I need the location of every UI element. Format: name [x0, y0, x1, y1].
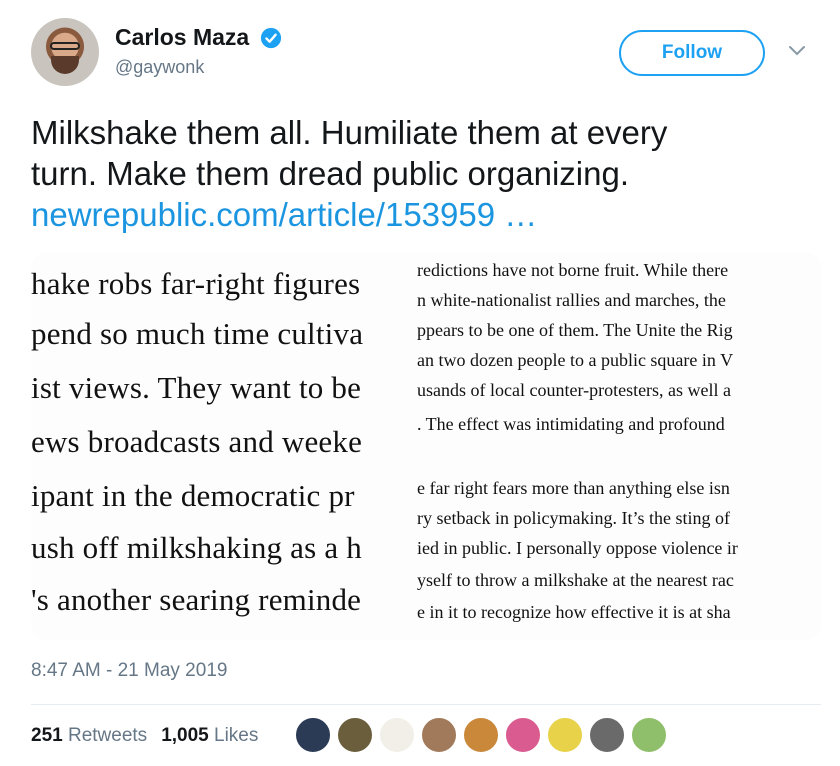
avatar-glasses	[50, 42, 80, 50]
liker-avatar[interactable]	[336, 716, 374, 754]
liker-avatar[interactable]	[420, 716, 458, 754]
retweets-count: 251	[31, 725, 63, 746]
tweet-stats: 251 Retweets 1,005 Likes	[31, 725, 258, 747]
tweet-text-line-2: turn. Make them dread public organizing.	[31, 155, 629, 192]
display-name[interactable]: Carlos Maza	[115, 24, 249, 51]
likes-count: 1,005	[161, 725, 209, 746]
liker-avatar[interactable]	[378, 716, 416, 754]
liker-avatar[interactable]	[504, 716, 542, 754]
likes-label: Likes	[214, 725, 259, 746]
user-handle[interactable]: @gaywonk	[115, 57, 282, 78]
verified-badge-icon	[260, 27, 281, 48]
liker-avatar[interactable]	[294, 716, 332, 754]
chevron-down-icon[interactable]	[787, 44, 807, 58]
avatar-beard	[51, 56, 79, 74]
article-left-line: hake robs far-right figures	[31, 266, 361, 301]
divider	[31, 704, 821, 705]
liker-avatar[interactable]	[630, 716, 668, 754]
article-right-line: e in it to recognize how effective it is…	[417, 602, 731, 622]
likes-stat[interactable]: 1,005 Likes	[161, 725, 258, 746]
tweet-link[interactable]: newrepublic.com/article/153959 …	[31, 194, 821, 235]
tweet-timestamp[interactable]: 8:47 AM - 21 May 2019	[31, 660, 227, 682]
article-left-line: pend so much time cultiva	[31, 316, 364, 351]
article-right-line: redictions have not borne fruit. While t…	[417, 260, 729, 280]
tweet-header: Carlos Maza @gaywonk Follow	[31, 18, 821, 90]
liker-avatar[interactable]	[462, 716, 500, 754]
article-right-line: ied in public. I personally oppose viole…	[417, 538, 738, 558]
retweets-label: Retweets	[67, 725, 148, 746]
article-left-line: ews broadcasts and weeke	[31, 424, 363, 459]
tweet-text: Milkshake them all. Humiliate them at ev…	[31, 112, 821, 235]
liker-avatar[interactable]	[546, 716, 584, 754]
article-right-column: redictions have not borne fruit. While t…	[417, 252, 821, 640]
article-right-line: ry setback in policymaking. It’s the sti…	[417, 508, 730, 528]
article-left-line: ist views. They want to be	[31, 370, 362, 405]
user-avatar[interactable]	[31, 18, 99, 86]
article-right-line: n white-nationalist rallies and marches,…	[417, 290, 726, 310]
user-name-block[interactable]: Carlos Maza @gaywonk	[115, 24, 282, 78]
article-right-line: yself to throw a milkshake at the neares…	[417, 570, 734, 590]
article-left-line: 's another searing reminde	[31, 582, 362, 617]
follow-button[interactable]: Follow	[619, 30, 765, 76]
article-left-line: ush off milkshaking as a h	[31, 530, 362, 565]
article-right-line: . The effect was intimidating and profou…	[417, 414, 725, 434]
liker-avatar[interactable]	[588, 716, 626, 754]
article-screenshot-image[interactable]: hake robs far-right figures pend so much…	[31, 252, 821, 640]
article-left-column: hake robs far-right figures pend so much…	[31, 252, 417, 640]
article-left-line: ipant in the democratic pr	[31, 478, 355, 513]
article-right-line: usands of local counter-protesters, as w…	[417, 380, 732, 400]
article-right-line: ppears to be one of them. The Unite the …	[417, 320, 733, 340]
article-right-line: e far right fears more than anything els…	[417, 478, 730, 498]
tweet-text-line-1: Milkshake them all. Humiliate them at ev…	[31, 114, 668, 151]
article-right-line: an two dozen people to a public square i…	[417, 350, 734, 370]
retweets-stat[interactable]: 251 Retweets	[31, 725, 147, 746]
